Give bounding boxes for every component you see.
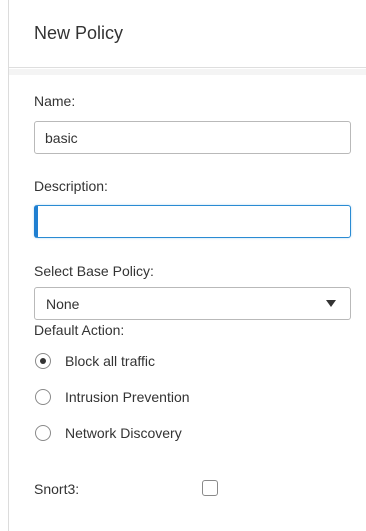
radio-label: Block all traffic [65, 353, 155, 369]
description-input[interactable] [34, 205, 351, 238]
name-label: Name: [34, 93, 76, 109]
page-title: New Policy [34, 23, 124, 43]
radio-button-checked[interactable] [35, 353, 51, 369]
chevron-down-icon [326, 300, 336, 307]
panel-header: New Policy [9, 0, 366, 68]
radio-label: Intrusion Prevention [65, 389, 190, 405]
base-policy-select[interactable]: None [34, 287, 351, 320]
new-policy-panel: New Policy Name: Description: Select Bas… [0, 0, 366, 531]
base-policy-label: Select Base Policy: [34, 263, 154, 279]
radio-block-all-traffic[interactable]: Block all traffic [34, 351, 294, 371]
name-input[interactable] [34, 121, 351, 154]
default-action-label: Default Action: [34, 322, 125, 338]
radio-button[interactable] [35, 389, 51, 405]
description-label: Description: [34, 178, 108, 194]
radio-label: Network Discovery [65, 425, 182, 441]
radio-network-discovery[interactable]: Network Discovery [34, 423, 294, 443]
snort3-checkbox[interactable] [202, 480, 218, 496]
radio-button[interactable] [35, 425, 51, 441]
base-policy-selected-value: None [46, 296, 80, 312]
snort3-label: Snort3: [34, 481, 80, 497]
radio-intrusion-prevention[interactable]: Intrusion Prevention [34, 387, 294, 407]
